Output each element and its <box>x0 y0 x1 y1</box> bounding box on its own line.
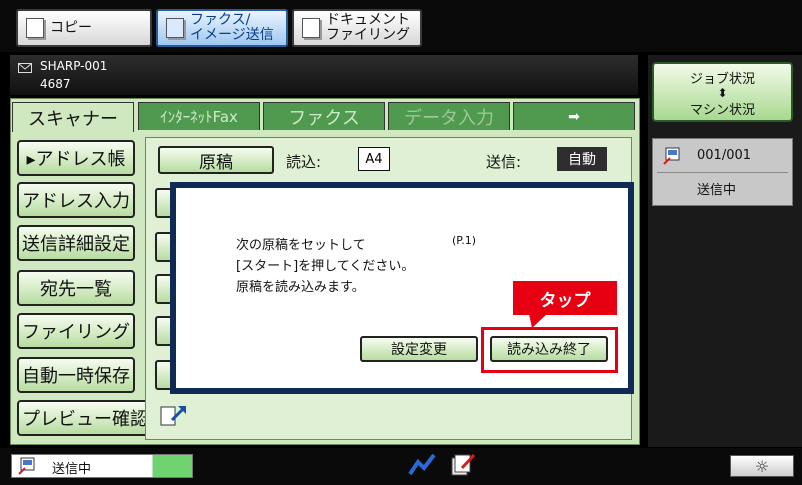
send-detail-settings-label: 送信詳細設定 <box>22 234 130 255</box>
tap-callout-label: タップ <box>513 281 617 315</box>
copy-icon <box>26 18 44 38</box>
tap-highlight-frame <box>481 327 618 373</box>
preview-check-label: プレビュー確認 <box>22 409 148 430</box>
tab-scanner[interactable]: スキャナー <box>12 102 134 132</box>
destination-list-button[interactable]: 宛先一覧 <box>17 270 135 306</box>
machine-status-label: マシン状況 <box>689 103 755 118</box>
original-button[interactable]: 原稿 <box>158 146 274 174</box>
job-status-button[interactable]: ジョブ状況 ⬍ マシン状況 <box>652 62 793 122</box>
callout-pointer-icon <box>529 314 547 328</box>
job-divider <box>657 172 788 173</box>
job-count: 001/001 <box>697 148 752 163</box>
paper-size-a4-indicator: A4 <box>358 147 390 171</box>
address-entry-label: アドレス入力 <box>22 191 130 212</box>
fax-send-icon <box>18 457 35 475</box>
tab-fax-label: ファクス <box>288 107 360 129</box>
tab-internet-fax-label: ｲﾝﾀｰﾈｯﾄFax <box>160 108 238 126</box>
network-activity-icon <box>408 453 436 476</box>
arrow-right-icon: ➡ <box>568 108 580 125</box>
dialog-message-line-3: 原稿を読み込みます。 <box>236 280 365 295</box>
sending-progress-indicator: 送信中 <box>11 454 193 478</box>
scan-to-folder-icon[interactable] <box>158 402 208 436</box>
send-value: 自動 <box>568 152 596 168</box>
copy-mode-label: コピー <box>50 19 92 36</box>
dialog-message-line-1: 次の原稿をセットして <box>236 238 366 253</box>
tab-next-button[interactable]: ➡ <box>513 102 635 130</box>
mail-icon <box>18 63 32 73</box>
fax-scan-icon <box>166 18 184 38</box>
up-down-arrow-icon: ⬍ <box>717 86 728 100</box>
tab-data-input: データ入力 <box>388 102 510 130</box>
tab-fax[interactable]: ファクス <box>263 102 385 130</box>
fax-mode-label: ファクス/ イメージ送信 <box>190 12 274 43</box>
device-number: 4687 <box>40 77 71 91</box>
tap-callout-text: タップ <box>539 290 591 311</box>
preview-check-button[interactable]: プレビュー確認 <box>17 400 153 436</box>
send-label: 送信: <box>486 153 522 171</box>
send-detail-settings-button[interactable]: 送信詳細設定 <box>17 225 135 261</box>
change-settings-label: 設定変更 <box>391 342 447 358</box>
original-label: 原稿 <box>199 152 233 173</box>
address-book-button[interactable]: ▸アドレス帳 <box>17 140 135 176</box>
auto-temp-save-label: 自動一時保存 <box>22 366 130 387</box>
dialog-page-number: (P.1) <box>452 234 476 247</box>
job-status-label: ジョブ状況 <box>689 72 755 87</box>
sending-status-label: 送信中 <box>52 462 92 477</box>
device-name: SHARP-001 <box>40 59 108 73</box>
brightness-icon: ☼ <box>754 456 770 476</box>
auto-temp-save-button[interactable]: 自動一時保存 <box>17 357 135 393</box>
dialog-message-line-2: [スタート]を押してください。 <box>236 259 415 274</box>
filing-mode-label: ドキュメント ファイリング <box>326 12 410 43</box>
read-label: 読込: <box>286 153 322 171</box>
change-settings-button[interactable]: 設定変更 <box>360 336 478 362</box>
tab-data-input-label: データ入力 <box>404 107 494 129</box>
destination-list-label: 宛先一覧 <box>40 279 112 300</box>
copy-mode-button[interactable]: コピー <box>16 9 152 47</box>
brightness-button[interactable]: ☼ <box>730 455 794 477</box>
document-send-icon[interactable] <box>448 450 478 478</box>
send-auto-value: 自動 <box>557 147 607 171</box>
fax-image-send-mode-button[interactable]: ファクス/ イメージ送信 <box>156 9 288 47</box>
filing-button[interactable]: ファイリング <box>17 313 135 349</box>
document-filing-mode-button[interactable]: ドキュメント ファイリング <box>292 9 422 47</box>
paper-size-value: A4 <box>365 151 383 167</box>
tab-internet-fax[interactable]: ｲﾝﾀｰﾈｯﾄFax <box>138 102 260 130</box>
job-state: 送信中 <box>697 183 737 198</box>
document-filing-icon <box>302 18 320 38</box>
device-status-strip: SHARP-001 4687 <box>10 55 638 95</box>
job-queue-panel[interactable]: 001/001 送信中 <box>652 138 793 206</box>
address-book-label: ▸アドレス帳 <box>26 149 126 170</box>
filing-label: ファイリング <box>22 322 130 343</box>
fax-send-icon <box>663 147 680 165</box>
address-entry-button[interactable]: アドレス入力 <box>17 182 135 218</box>
tab-scanner-label: スキャナー <box>28 108 118 130</box>
